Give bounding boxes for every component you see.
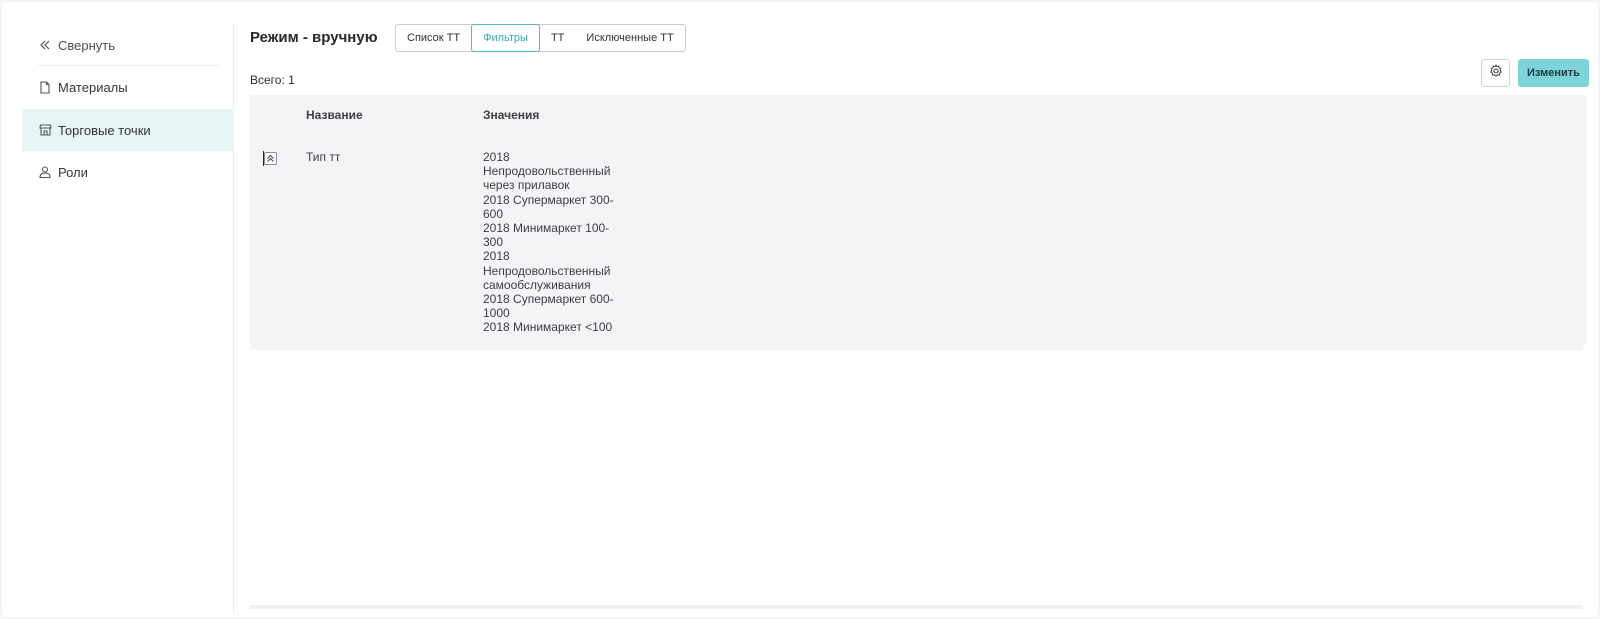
- collapse-row-button[interactable]: [264, 152, 277, 165]
- cell-name: Тип тт: [306, 150, 341, 164]
- sidebar-item-materials[interactable]: Материалы: [22, 66, 234, 108]
- sidebar-item-label: Свернуть: [58, 37, 116, 53]
- value-line: 1000: [483, 306, 510, 321]
- table-header: Название Значения: [250, 95, 1583, 135]
- column-header-values: Значения: [483, 108, 540, 122]
- page-title: Режим - вручную: [250, 29, 378, 46]
- value-line: 2018 Минимаркет 100-: [483, 221, 610, 236]
- tab-excluded-tt[interactable]: Исключенные ТТ: [575, 25, 684, 51]
- gear-icon: [1489, 64, 1503, 83]
- column-header-name: Название: [306, 108, 363, 122]
- value-line: 2018: [483, 249, 510, 264]
- sidebar-item-label: Роли: [58, 164, 88, 180]
- value-line: 2018 Минимаркет <100: [483, 320, 613, 335]
- sidebar-item-retail-points[interactable]: Торговые точки: [22, 109, 234, 151]
- value-line: 2018 Супермаркет 300-: [483, 192, 614, 207]
- tab-tt[interactable]: ТТ: [540, 25, 575, 51]
- settings-button[interactable]: [1481, 59, 1510, 87]
- tab-tt-list[interactable]: Список ТТ: [396, 25, 471, 51]
- sidebar-item-roles[interactable]: Роли: [22, 151, 234, 193]
- double-chevron-left-icon: [38, 38, 52, 52]
- value-line: 300: [483, 235, 504, 250]
- edit-button[interactable]: Изменить: [1518, 59, 1589, 87]
- table-edge: [1583, 95, 1587, 345]
- value-line: Непродовольственный: [483, 263, 611, 278]
- table-scrollbar[interactable]: [250, 605, 1583, 609]
- value-line: Непродовольственный: [483, 164, 611, 179]
- value-line: самообслуживания: [483, 277, 591, 292]
- value-line: 600: [483, 206, 504, 221]
- sidebar-item-label: Материалы: [58, 79, 128, 95]
- store-icon: [38, 123, 52, 137]
- filters-table: Название Значения Тип тт 2018 Непродовол…: [250, 95, 1583, 609]
- document-icon: [38, 80, 52, 94]
- sidebar: Свернуть Материалы Торговые точки Роли: [22, 24, 234, 614]
- value-line: 2018: [483, 150, 510, 164]
- sidebar-item-label: Торговые точки: [58, 122, 151, 138]
- tab-group: Список ТТ Фильтры ТТ Исключенные ТТ: [395, 24, 686, 52]
- sidebar-collapse-button[interactable]: Свернуть: [22, 24, 234, 66]
- value-line: через прилавок: [483, 178, 570, 193]
- cell-values: 2018 Непродовольственный через прилавок …: [483, 150, 623, 335]
- table-row[interactable]: Тип тт 2018 Непродовольственный через пр…: [250, 135, 1583, 350]
- value-line: 2018 Супермаркет 600-: [483, 292, 614, 307]
- user-icon: [38, 165, 52, 179]
- total-count: Всего: 1: [250, 73, 295, 87]
- tab-filters[interactable]: Фильтры: [471, 24, 540, 52]
- double-chevron-up-icon: [266, 150, 275, 168]
- text-cursor: [263, 151, 264, 166]
